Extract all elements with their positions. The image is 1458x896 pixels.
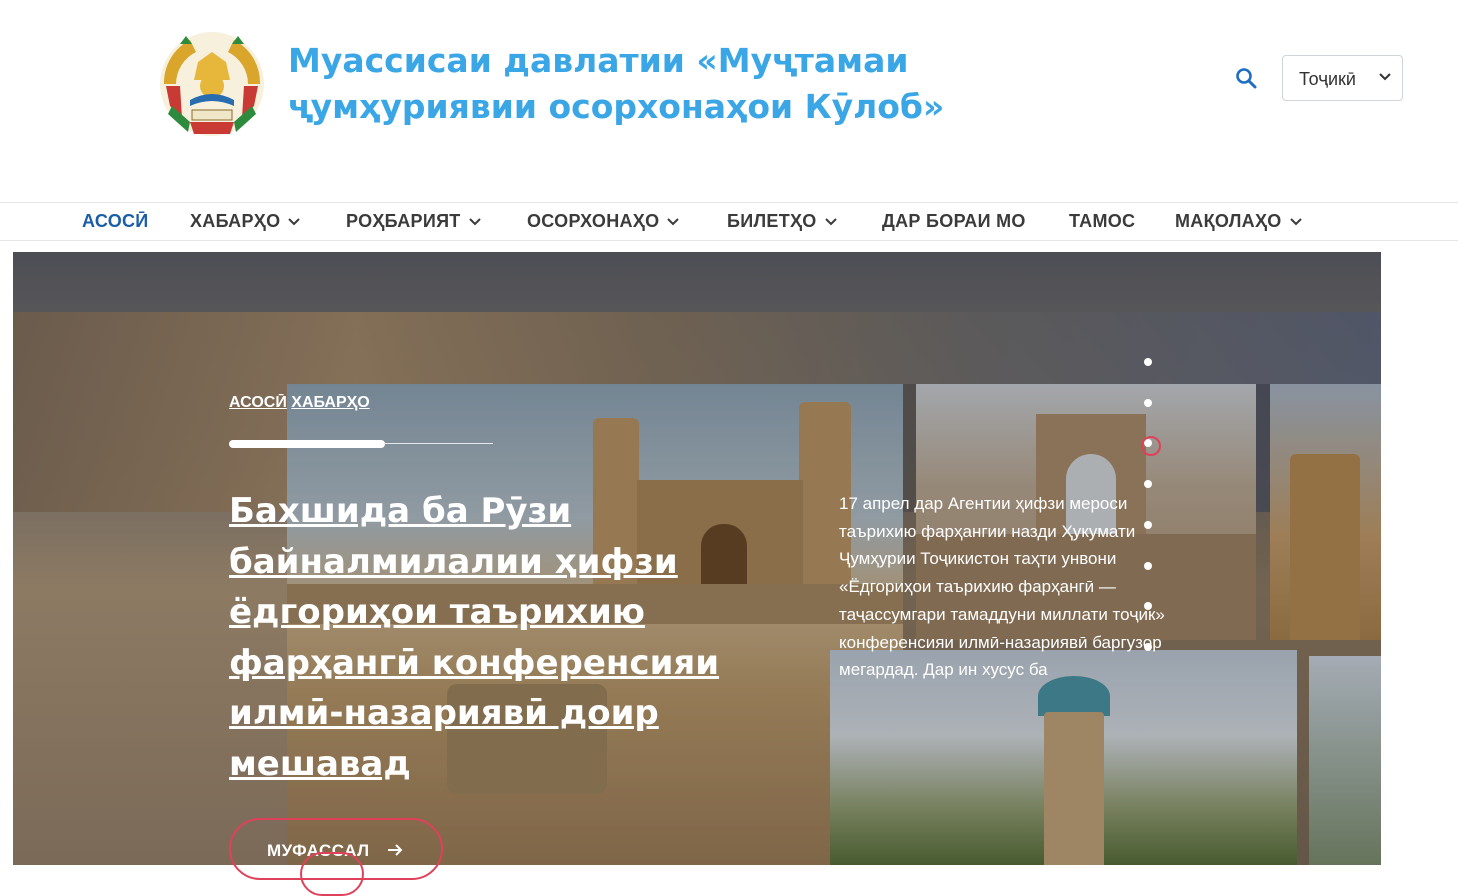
nav-item-label: МАҚОЛАҲО (1175, 211, 1282, 231)
language-select[interactable]: Тоҷикӣ (1282, 55, 1403, 101)
language-select-value: Тоҷикӣ (1299, 69, 1356, 89)
chevron-down-icon (667, 218, 680, 226)
nav-item-home[interactable]: АСОСӢ (82, 203, 149, 240)
search-icon (1236, 68, 1257, 89)
nav-item-contact[interactable]: ТАМОС (1069, 203, 1135, 240)
nav-item-articles[interactable]: МАҚОЛАҲО (1175, 203, 1302, 240)
slide-headline-link[interactable]: Бахшида ба Рӯзи байналмилалии ҳифзи ёдго… (229, 486, 749, 789)
chevron-down-icon (1379, 73, 1391, 81)
coat-of-arms-logo[interactable] (150, 22, 274, 144)
slider-dot[interactable] (1144, 480, 1152, 488)
slider-pagination (1139, 352, 1161, 662)
nav-item-leadership[interactable]: РОҲБАРИЯТ (346, 203, 481, 240)
nav-item-label: АСОСӢ (82, 211, 149, 231)
nav-item-label: РОҲБАРИЯТ (346, 211, 461, 231)
breadcrumb-home-link[interactable]: АСОСӢ (229, 394, 287, 411)
nav-item-label: ХАБАРҲО (190, 211, 281, 231)
active-slide-ring (1141, 436, 1161, 456)
slide-excerpt: 17 апрел дар Агентии ҳифзи мероси таърих… (839, 494, 1165, 680)
slider-dot[interactable] (1144, 358, 1152, 366)
site-title-line2: ҷумҳуриявии осорхонаҳои Кӯлоб» (288, 87, 945, 126)
next-slide-button-edge[interactable] (300, 852, 364, 896)
breadcrumb-news-link[interactable]: ХАБАРҲО (291, 394, 369, 411)
nav-item-about[interactable]: ДАР БОРАИ МО (882, 203, 1026, 240)
slider-dot[interactable] (1144, 643, 1152, 651)
main-navigation: АСОСӢ ХАБАРҲО РОҲБАРИЯТ ОСОРХОНАҲО БИЛЕТ… (0, 202, 1458, 241)
chevron-down-icon (468, 218, 481, 226)
chevron-down-icon (288, 218, 301, 226)
nav-item-label: ДАР БОРАИ МО (882, 211, 1026, 231)
slide-progress-fill (229, 440, 385, 448)
arrow-right-icon (388, 844, 403, 856)
search-button[interactable] (1234, 66, 1260, 92)
nav-item-news[interactable]: ХАБАРҲО (190, 203, 301, 240)
site-title[interactable]: Муассисаи давлатии «Муҷтамаи ҷумҳуриявии… (288, 38, 1008, 130)
chevron-down-icon (1289, 218, 1302, 226)
site-header: Муассисаи давлатии «Муҷтамаи ҷумҳуриявии… (0, 0, 1458, 202)
slider-dot[interactable] (1144, 602, 1152, 610)
slider-dot[interactable] (1144, 399, 1152, 407)
nav-item-label: ОСОРХОНАҲО (527, 211, 660, 231)
slider-dot[interactable] (1141, 436, 1161, 456)
nav-item-label: БИЛЕТҲО (727, 211, 817, 231)
chevron-down-icon (824, 218, 837, 226)
site-title-line1: Муассисаи давлатии «Муҷтамаи (288, 41, 909, 80)
nav-item-museums[interactable]: ОСОРХОНАҲО (527, 203, 680, 240)
breadcrumb: АСОСӢ ХАБАРҲО (229, 394, 370, 412)
nav-item-tickets[interactable]: БИЛЕТҲО (727, 203, 837, 240)
nav-item-label: ТАМОС (1069, 211, 1136, 231)
slider-dot[interactable] (1144, 521, 1152, 529)
slider-dot[interactable] (1144, 562, 1152, 570)
